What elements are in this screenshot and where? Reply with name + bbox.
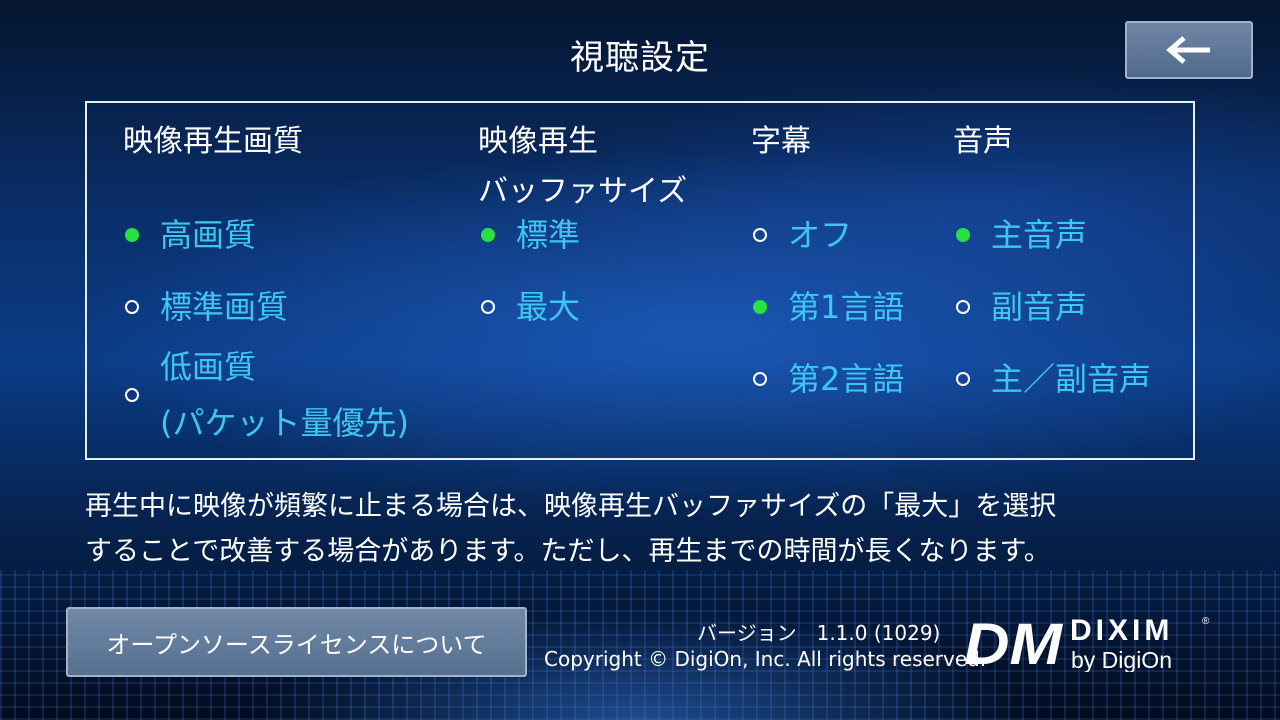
- note-line2: することで改善する場合があります。ただし、再生までの時間が長くなります。: [85, 536, 1051, 567]
- option-low-quality[interactable]: 低画質 (パケット量優先): [125, 339, 409, 451]
- radio-selected-icon: [956, 228, 970, 242]
- buffer-size-title-line1: 映像再生: [478, 124, 598, 159]
- subtitles-column: 字幕: [751, 117, 811, 167]
- radio-unselected-icon: [481, 300, 495, 314]
- radio-unselected-icon: [956, 372, 970, 386]
- buffer-size-column: 映像再生 バッファサイズ: [478, 117, 687, 217]
- logo-mark: DM: [964, 612, 1064, 672]
- version-text: バージョン 1.1.0 (1029): [697, 621, 941, 645]
- note-line1: 再生中に映像が頻繁に止まる場合は、映像再生バッファサイズの「最大」を選択: [85, 491, 1057, 522]
- subtitles-title: 字幕: [751, 124, 811, 159]
- option-audio-main-sub[interactable]: 主／副音声: [956, 351, 1151, 407]
- radio-unselected-icon: [753, 228, 767, 242]
- option-audio-sub[interactable]: 副音声: [956, 279, 1087, 335]
- option-standard-quality[interactable]: 標準画質: [125, 279, 288, 335]
- option-label-line1: 低画質: [160, 348, 257, 386]
- open-source-license-button[interactable]: オープンソースライセンスについて: [66, 607, 527, 677]
- option-subtitles-off[interactable]: オフ: [753, 207, 852, 263]
- option-label: 主音声: [991, 216, 1088, 254]
- option-label: 最大: [516, 288, 581, 326]
- copyright-text: Copyright © DigiOn, Inc. All rights rese…: [544, 647, 987, 671]
- option-audio-main[interactable]: 主音声: [956, 207, 1087, 263]
- option-label: オフ: [788, 216, 853, 254]
- option-buffer-standard[interactable]: 標準: [481, 207, 580, 263]
- option-label: 副音声: [991, 288, 1088, 326]
- radio-selected-icon: [753, 300, 767, 314]
- option-label: 第2言語: [788, 360, 905, 398]
- option-label-line2: (パケット量優先): [160, 404, 409, 442]
- back-button[interactable]: [1125, 21, 1253, 79]
- logo-tagline: by DigiOn: [1071, 647, 1172, 672]
- radio-unselected-icon: [956, 300, 970, 314]
- audio-column: 音声: [953, 117, 1013, 167]
- option-label: 標準: [516, 216, 581, 254]
- radio-unselected-icon: [753, 372, 767, 386]
- radio-unselected-icon: [125, 388, 139, 402]
- option-label: 主／副音声: [991, 360, 1152, 398]
- option-subtitles-lang2[interactable]: 第2言語: [753, 351, 904, 407]
- option-label-group: 低画質 (パケット量優先): [160, 339, 409, 451]
- logo-registered: ®: [1202, 616, 1210, 627]
- video-quality-column: 映像再生画質: [123, 117, 303, 167]
- dixim-logo: DM DIXIM ® by DigiOn: [964, 612, 1210, 672]
- arrow-left-icon: [1166, 36, 1210, 64]
- video-quality-title: 映像再生画質: [123, 124, 303, 159]
- option-label: 第1言語: [788, 288, 905, 326]
- option-label: 標準画質: [160, 288, 289, 326]
- radio-selected-icon: [481, 228, 495, 242]
- settings-panel: 映像再生画質 高画質 標準画質 低画質 (パケット量優先) 映像再生 バッファサ…: [85, 101, 1195, 460]
- option-subtitles-lang1[interactable]: 第1言語: [753, 279, 904, 335]
- buffer-note: 再生中に映像が頻繁に止まる場合は、映像再生バッファサイズの「最大」を選択 するこ…: [85, 484, 1225, 574]
- audio-title: 音声: [953, 124, 1013, 159]
- logo-brand: DIXIM: [1070, 614, 1173, 647]
- page-title: 視聴設定: [570, 38, 710, 78]
- option-high-quality[interactable]: 高画質: [125, 207, 256, 263]
- radio-selected-icon: [125, 228, 139, 242]
- option-label: 高画質: [160, 216, 257, 254]
- option-buffer-max[interactable]: 最大: [481, 279, 580, 335]
- radio-unselected-icon: [125, 300, 139, 314]
